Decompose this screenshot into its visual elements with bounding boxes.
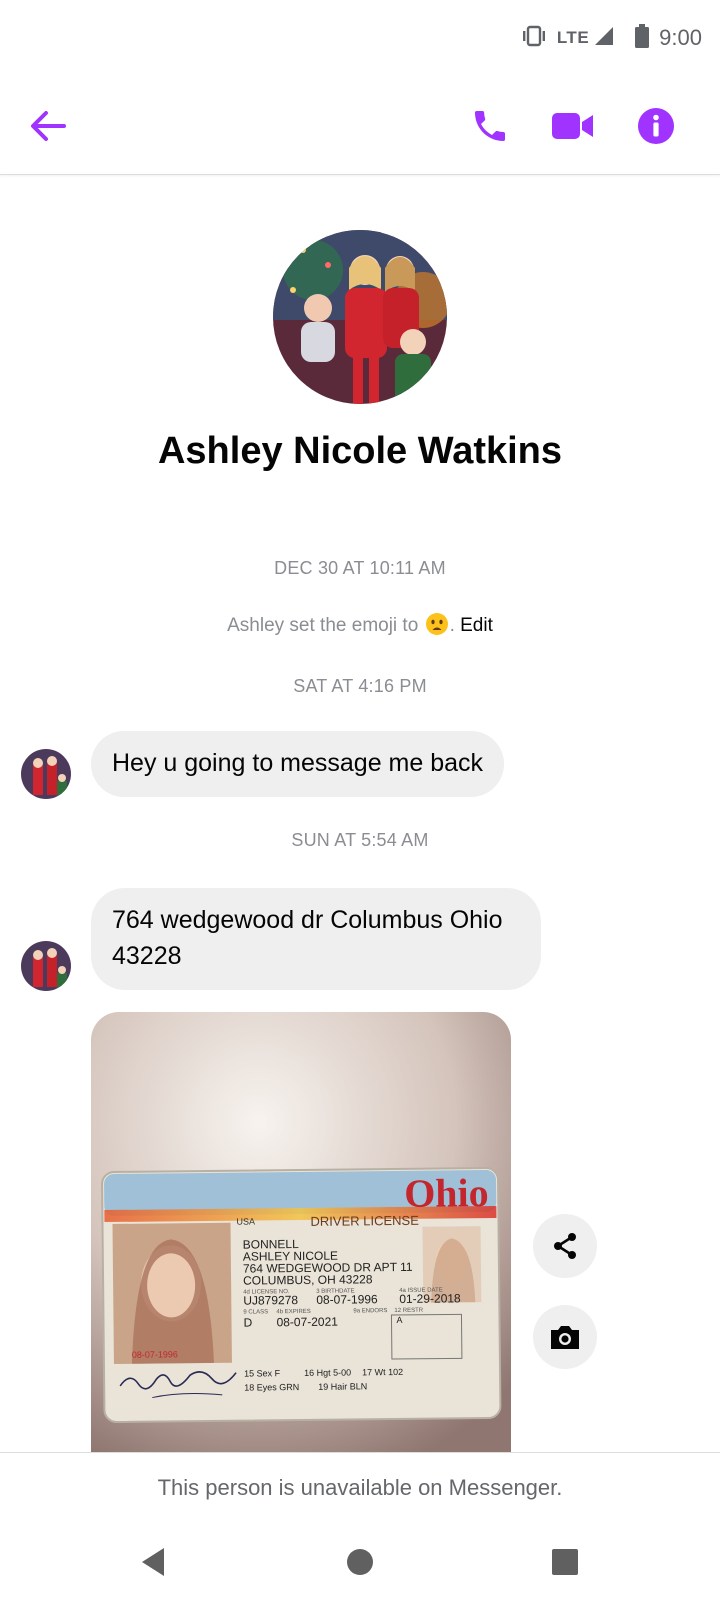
sender-avatar[interactable] <box>21 941 71 991</box>
unavailable-text: This person is unavailable on Messenger. <box>157 1475 563 1500</box>
status-bar: LTE 9:00 <box>0 0 720 76</box>
license-eyes: 18 Eyes GRN <box>244 1382 299 1393</box>
sender-avatar[interactable] <box>21 749 71 799</box>
audio-call-button[interactable] <box>468 104 512 148</box>
back-button[interactable] <box>28 106 68 146</box>
info-button[interactable] <box>634 104 678 148</box>
license-class: D <box>243 1316 252 1330</box>
unavailable-banner: This person is unavailable on Messenger. <box>0 1452 720 1523</box>
phone-icon <box>475 111 505 141</box>
profile-name: Ashley Nicole Watkins <box>157 430 563 472</box>
photo-attachment[interactable]: Ohio DRIVER LICENSE USA BONNELL ASHLEY N… <box>91 1012 511 1452</box>
info-icon <box>638 108 674 144</box>
nav-back-icon <box>142 1548 164 1576</box>
timestamp: SUN AT 5:54 AM <box>291 830 429 850</box>
worried-face-emoji-icon <box>425 612 449 636</box>
license-country: USA <box>236 1216 255 1226</box>
nav-home-button[interactable] <box>340 1542 380 1582</box>
timestamp: DEC 30 AT 10:11 AM <box>274 558 446 578</box>
video-call-button[interactable] <box>551 104 595 148</box>
license-expires: 08-07-2021 <box>276 1315 338 1330</box>
license-address-2: COLUMBUS, OH 43228 <box>243 1272 373 1287</box>
license-title: DRIVER LICENSE <box>310 1213 419 1229</box>
message-text-line: 43228 <box>112 942 182 970</box>
video-camera-icon <box>552 113 593 139</box>
license-sex: 15 Sex F <box>244 1368 281 1378</box>
license-birthdate: 08-07-1996 <box>316 1292 378 1307</box>
nav-recents-button[interactable] <box>545 1542 585 1582</box>
timestamp: SAT AT 4:16 PM <box>293 676 427 696</box>
system-navigation-bar <box>0 1522 720 1600</box>
camera-button[interactable] <box>533 1305 597 1369</box>
license-state: Ohio <box>404 1170 489 1216</box>
message-bubble[interactable]: Hey u going to message me back <box>91 731 505 797</box>
message-bubble[interactable]: 764 wedgewood dr Columbus Ohio 43228 <box>91 888 541 990</box>
license-endors-label: 9a ENDORS <box>353 1308 387 1314</box>
profile-avatar[interactable] <box>273 230 447 404</box>
share-button[interactable] <box>533 1214 597 1278</box>
license-restrictions: A <box>396 1315 402 1325</box>
nav-recents-icon <box>552 1549 578 1575</box>
license-restr-label: 12 RESTR <box>394 1308 423 1314</box>
camera-icon <box>551 1326 579 1349</box>
nav-back-button[interactable] <box>133 1542 173 1582</box>
license-weight: 17 Wt 102 <box>362 1367 403 1377</box>
message-text: Hey u going to message me back <box>112 749 484 777</box>
share-icon <box>554 1233 576 1259</box>
system-message: Ashley set the emoji to . Edit <box>0 612 720 637</box>
clock: 9:00 <box>659 25 702 50</box>
edit-emoji-link[interactable]: Edit <box>460 615 493 636</box>
system-message-text: Ashley set the emoji to <box>227 615 419 636</box>
license-height: 16 Hgt 5-00 <box>304 1367 351 1377</box>
license-number: UJ879278 <box>243 1293 298 1308</box>
license-issue-date: 01-29-2018 <box>399 1291 461 1306</box>
signal-icon <box>593 25 615 52</box>
nav-home-icon <box>347 1549 373 1575</box>
conversation-header <box>0 76 720 175</box>
network-type: LTE <box>556 28 590 47</box>
arrow-left-icon <box>31 111 66 141</box>
status-icons: LTE 9:00 <box>521 22 702 54</box>
license-hair: 19 Hair BLN <box>318 1381 367 1392</box>
message-text-line: 764 wedgewood dr Columbus Ohio <box>112 906 503 934</box>
vibrate-icon <box>521 25 547 52</box>
license-dob-stamp: 08-07-1996 <box>132 1349 178 1359</box>
battery-icon <box>635 23 650 53</box>
system-message-period: . <box>449 615 455 636</box>
